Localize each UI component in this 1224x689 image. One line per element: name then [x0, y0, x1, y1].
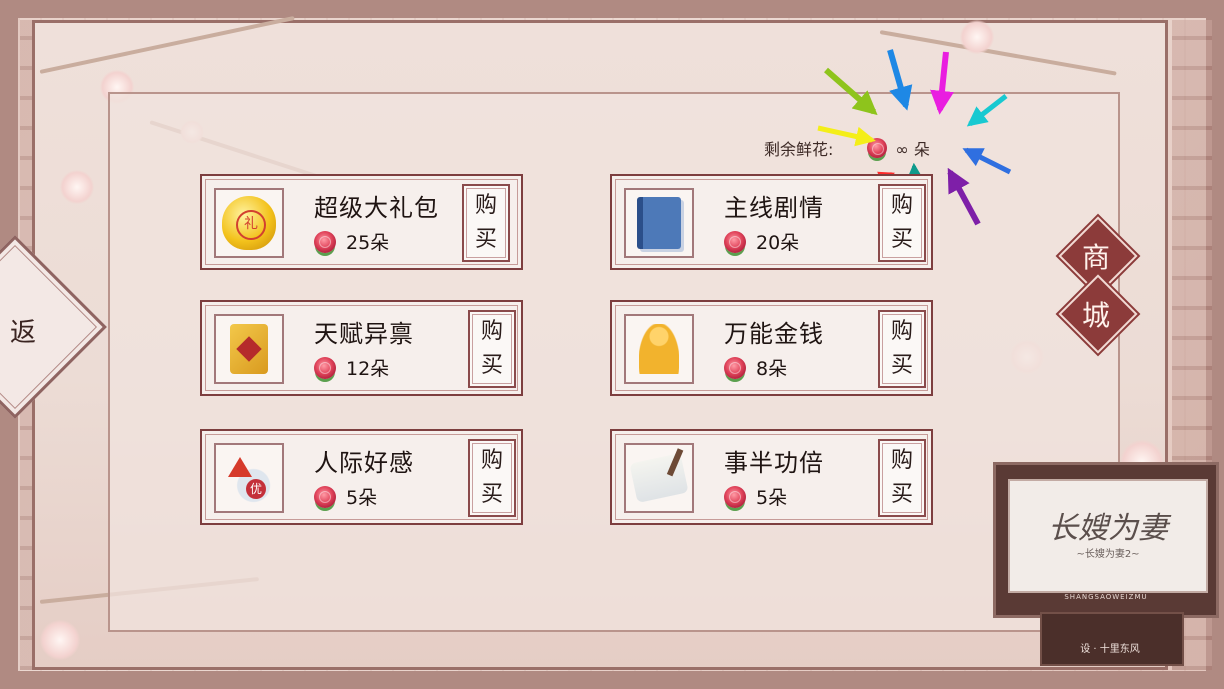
rose-icon: [314, 230, 336, 253]
favor-potion-icon: [226, 453, 272, 503]
back-label[interactable]: 返: [10, 312, 36, 349]
rose-icon: [314, 485, 336, 508]
item-price: 5朵: [314, 483, 377, 510]
item-icon-frame: [214, 188, 284, 258]
item-title: 万能金钱: [724, 320, 824, 348]
item-icon-frame: [214, 443, 284, 513]
rose-icon: [724, 230, 746, 253]
buy-label-top: 购: [480, 319, 503, 344]
buy-button[interactable]: 购买: [468, 439, 516, 517]
story-book-icon: [637, 197, 681, 249]
item-title: 事半功倍: [724, 449, 824, 477]
item-price-value: 5朵: [346, 487, 378, 509]
talent-card-icon: [230, 324, 268, 374]
rose-icon: [867, 138, 888, 158]
shop-item-card: 天赋异禀 12朵 购买: [200, 300, 523, 396]
buy-label-top: 购: [480, 448, 503, 473]
buy-button[interactable]: 购买: [878, 310, 926, 388]
item-title: 天赋异禀: [314, 320, 414, 348]
item-icon-frame: [624, 314, 694, 384]
shop-item-card: 事半功倍 5朵 购买: [610, 429, 933, 525]
buy-label-top: 购: [890, 193, 913, 218]
remaining-value: ∞ 朵: [895, 140, 930, 159]
item-price-value: 8朵: [756, 358, 788, 380]
rose-icon: [724, 485, 746, 508]
buy-button[interactable]: 购买: [878, 439, 926, 517]
item-title: 超级大礼包: [314, 194, 439, 222]
buy-label-top: 购: [890, 448, 913, 473]
item-price-value: 5朵: [756, 487, 788, 509]
shop-item-card: 超级大礼包 25朵 购买: [200, 174, 523, 270]
rose-icon: [724, 356, 746, 379]
blossom-decoration: [40, 620, 80, 660]
gift-bag-icon: [222, 196, 276, 250]
item-price-value: 25朵: [346, 232, 390, 254]
gold-statue-icon: [639, 324, 679, 374]
remaining-flowers-counter: 剩余鲜花: ∞ 朵: [764, 136, 930, 160]
blossom-decoration: [60, 170, 94, 204]
logo-plaque: 长嫂为妻 ~长嫂为妻2~: [1008, 479, 1208, 593]
item-price-value: 20朵: [756, 232, 800, 254]
item-title: 主线剧情: [724, 194, 824, 222]
logo-title: 长嫂为妻: [1048, 511, 1168, 546]
buy-label-bottom: 买: [474, 227, 497, 252]
buy-label-bottom: 买: [890, 482, 913, 507]
item-title: 人际好感: [314, 449, 414, 477]
logo-label: 设 · 十里东风: [1080, 644, 1140, 655]
buy-label-top: 购: [474, 193, 497, 218]
item-icon-frame: [624, 443, 694, 513]
buy-label-bottom: 买: [480, 482, 503, 507]
remaining-label: 剩余鲜花:: [764, 140, 834, 159]
buy-button[interactable]: 购买: [878, 184, 926, 262]
item-price: 5朵: [724, 483, 787, 510]
buy-label-bottom: 买: [890, 227, 913, 252]
shop-tab-char: 商: [1081, 241, 1110, 274]
item-price: 25朵: [314, 228, 389, 255]
scroll-icon: [629, 453, 689, 503]
blossom-decoration: [960, 20, 994, 54]
logo-english: SHANGSAOWEIZMU: [1064, 593, 1148, 601]
buy-button[interactable]: 购买: [462, 184, 510, 262]
item-price: 12朵: [314, 354, 389, 381]
buy-label-bottom: 买: [890, 353, 913, 378]
item-price: 20朵: [724, 228, 799, 255]
item-icon-frame: [624, 188, 694, 258]
shop-tab-char: 城: [1081, 299, 1110, 332]
buy-label-bottom: 买: [480, 353, 503, 378]
item-price: 8朵: [724, 354, 787, 381]
logo-subtitle: ~长嫂为妻2~: [1076, 549, 1140, 560]
game-logo: 长嫂为妻 ~长嫂为妻2~ SHANGSAOWEIZMU: [993, 462, 1219, 618]
buy-label-top: 购: [890, 319, 913, 344]
shop-item-card: 主线剧情 20朵 购买: [610, 174, 933, 270]
shop-item-card: 人际好感 5朵 购买: [200, 429, 523, 525]
logo-pedestal: [1040, 612, 1184, 666]
buy-button[interactable]: 购买: [468, 310, 516, 388]
shop-item-card: 万能金钱 8朵 购买: [610, 300, 933, 396]
rose-icon: [314, 356, 336, 379]
item-price-value: 12朵: [346, 358, 390, 380]
item-icon-frame: [214, 314, 284, 384]
